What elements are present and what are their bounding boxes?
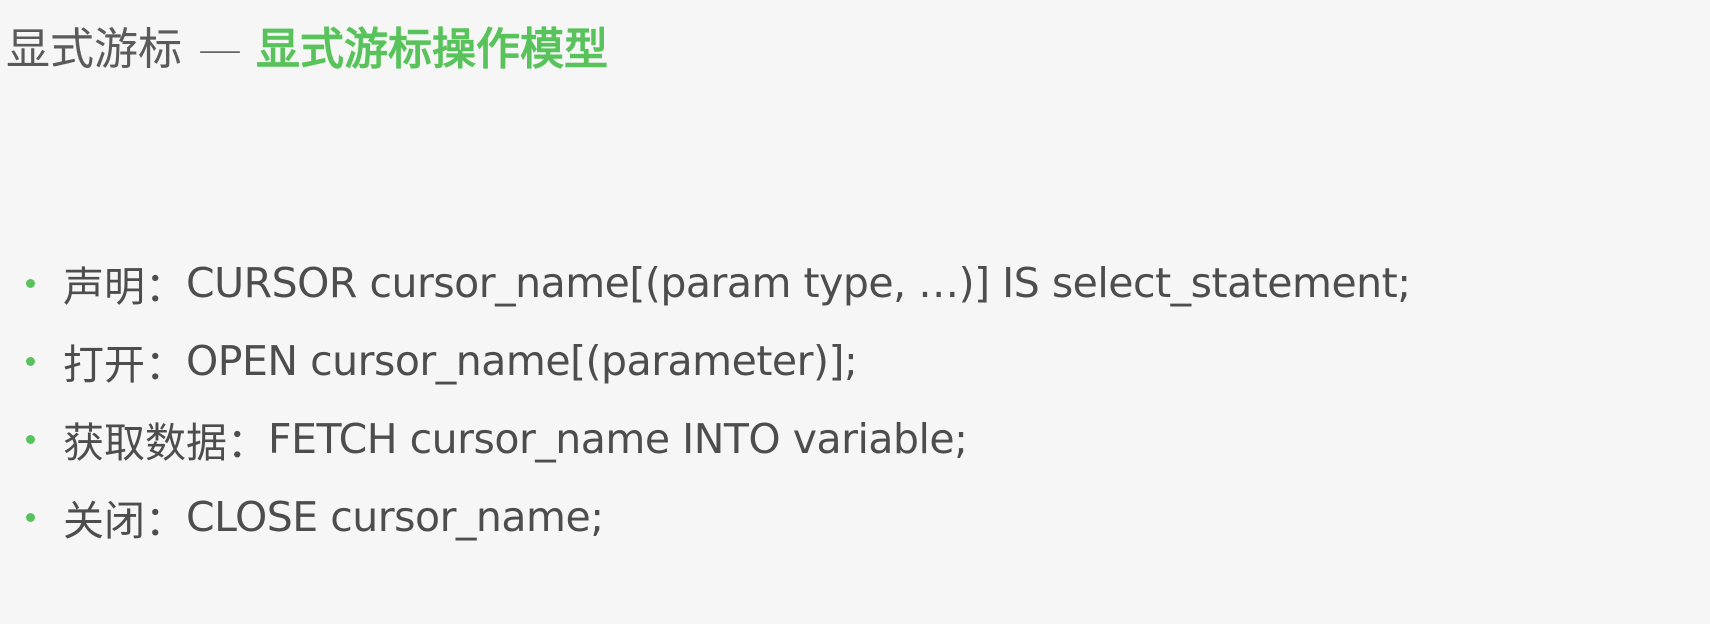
bullet-item-close: 关闭： CLOSE cursor_name;	[26, 478, 1411, 556]
bullet-label: 关闭：	[63, 497, 186, 545]
bullet-label: 获取数据：	[63, 419, 268, 467]
bullet-item-fetch: 获取数据： FETCH cursor_name INTO variable;	[26, 400, 1411, 478]
bullet-dot-icon	[26, 278, 35, 288]
bullet-code: OPEN cursor_name[(parameter)];	[186, 337, 858, 385]
bullet-label: 打开：	[63, 341, 186, 389]
bullet-item-open: 打开： OPEN cursor_name[(parameter)];	[26, 322, 1411, 400]
bullet-dot-icon	[26, 512, 35, 522]
slide-title: 显式游标 — 显式游标操作模型	[6, 18, 608, 82]
bullet-dot-icon	[26, 434, 35, 444]
title-separator: —	[198, 24, 242, 75]
slide: 显式游标 — 显式游标操作模型 声明： CURSOR cursor_name[(par…	[0, 0, 1710, 624]
bullet-item-declare: 声明： CURSOR cursor_name[(param type, …)] I…	[26, 244, 1411, 322]
bullet-list: 声明： CURSOR cursor_name[(param type, …)] I…	[26, 244, 1411, 556]
bullet-code: CURSOR cursor_name[(param type, …)] IS s…	[186, 259, 1411, 307]
title-prefix: 显式游标	[6, 24, 182, 75]
bullet-dot-icon	[26, 356, 35, 366]
bullet-code: CLOSE cursor_name;	[186, 493, 604, 541]
title-emphasis: 显式游标操作模型	[256, 24, 608, 75]
bullet-code: FETCH cursor_name INTO variable;	[268, 415, 968, 463]
bullet-label: 声明：	[63, 263, 186, 311]
